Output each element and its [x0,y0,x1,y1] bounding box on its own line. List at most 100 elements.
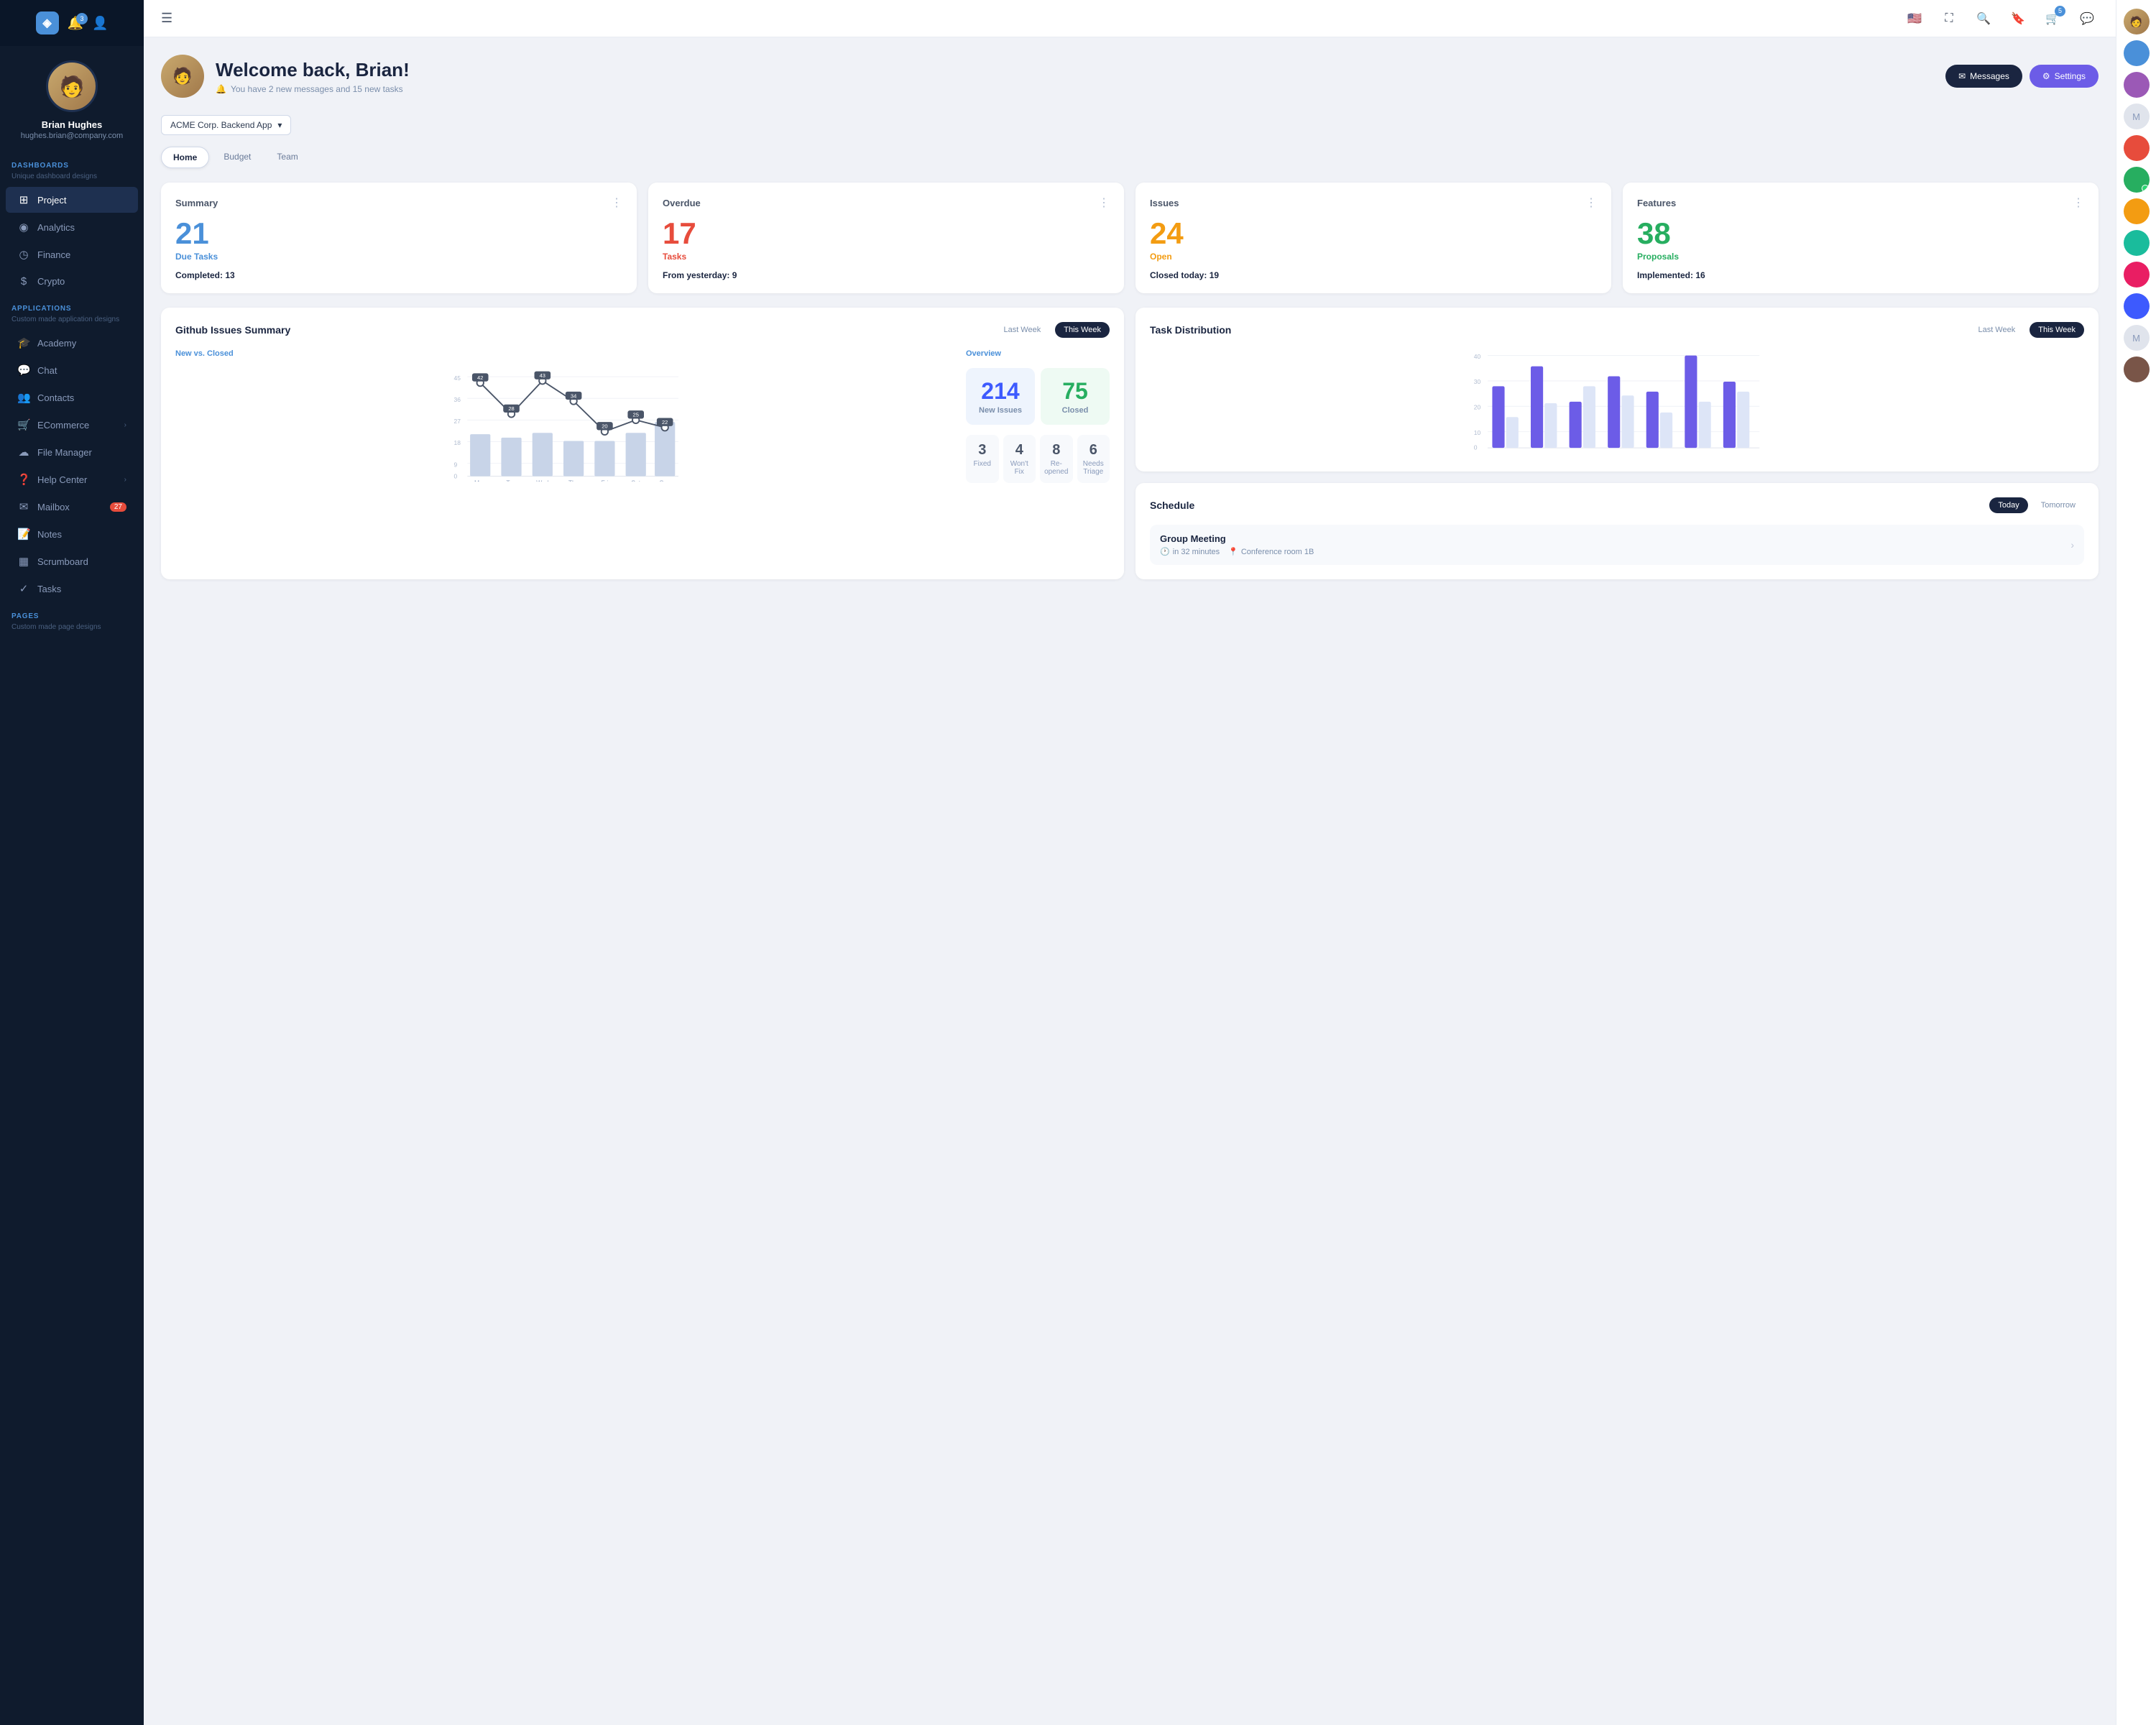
project-chevron-icon: ▾ [277,120,282,130]
stat-card-summary-header: Summary ⋮ [175,196,622,210]
sidebar-item-helpcenter-label: Help Center [37,474,87,485]
tab-team[interactable]: Team [265,147,309,168]
github-card-header: Github Issues Summary Last Week This Wee… [175,322,1110,338]
new-issues-number: 214 [981,378,1019,405]
hamburger-menu[interactable]: ☰ [161,11,172,26]
sidebar-item-academy[interactable]: 🎓 Academy [6,330,138,356]
sidebar-item-analytics-label: Analytics [37,222,75,233]
analytics-icon: ◉ [17,221,30,234]
right-avatar-9[interactable] [2124,293,2150,319]
flag-icon[interactable]: 🇺🇸 [1903,7,1926,30]
svg-text:Sun: Sun [660,479,671,482]
stat-issues-label: Open [1150,252,1597,262]
welcome-actions: ✉ Messages ⚙ Settings [1945,65,2099,88]
fixed-number: 3 [970,442,995,459]
github-this-week-btn[interactable]: This Week [1055,322,1110,338]
right-avatar-5[interactable] [2124,167,2150,193]
user-icon[interactable]: 👤 [92,16,108,31]
mailbox-icon: ✉ [17,500,30,513]
notification-bell[interactable]: 🔔 3 [68,16,83,31]
right-avatar-3[interactable]: M [2124,104,2150,129]
stat-card-overdue-header: Overdue ⋮ [663,196,1110,210]
right-avatar-4[interactable] [2124,135,2150,161]
tab-budget[interactable]: Budget [212,147,262,168]
svg-text:Thu: Thu [568,479,579,482]
sidebar-item-contacts[interactable]: 👥 Contacts [6,385,138,410]
app-logo[interactable]: ◈ [36,12,59,34]
right-avatar-1[interactable] [2124,40,2150,66]
stat-card-features-header: Features ⋮ [1637,196,2084,210]
pages-section-label: PAGES [0,602,144,623]
right-avatar-10[interactable]: M [2124,325,2150,351]
schedule-chevron-icon[interactable]: › [2070,539,2074,551]
wontfix-number: 4 [1008,442,1032,459]
sidebar-item-academy-label: Academy [37,338,76,349]
stat-summary-title: Summary [175,198,218,208]
svg-text:Fri: Fri [601,479,608,482]
stat-card-features: Features ⋮ 38 Proposals Implemented: 16 [1623,183,2099,293]
sidebar-item-project[interactable]: ⊞ Project [6,187,138,213]
task-distribution-card: Task Distribution Last Week This Week 40… [1135,308,2099,472]
stat-features-menu[interactable]: ⋮ [2073,196,2084,210]
right-avatar-7[interactable] [2124,230,2150,256]
stat-overdue-label: Tasks [663,252,1110,262]
settings-button[interactable]: ⚙ Settings [2030,65,2099,88]
stat-overdue-menu[interactable]: ⋮ [1098,196,1110,210]
sidebar-item-mailbox[interactable]: ✉ Mailbox 27 [6,494,138,520]
mini-stat-reopened: 8 Re-opened [1040,435,1073,483]
schedule-tomorrow-btn[interactable]: Tomorrow [2032,497,2084,513]
bookmark-icon[interactable]: 🔖 [2007,7,2030,30]
cart-badge: 5 [2055,6,2065,17]
contacts-icon: 👥 [17,391,30,404]
search-icon[interactable]: 🔍 [1972,7,1995,30]
pages-section-sub: Custom made page designs [0,623,144,637]
sidebar-item-chat[interactable]: 💬 Chat [6,357,138,383]
right-avatar-6[interactable] [2124,198,2150,224]
top-bar-icons: 🇺🇸 ⛶ 🔍 🔖 🛒 5 💬 [1903,7,2099,30]
sidebar-item-crypto[interactable]: $ Crypto [6,269,138,294]
triage-number: 6 [1082,442,1106,459]
closed-issues-label: Closed [1062,406,1089,415]
task-bar-chart: 40 30 20 10 0 [1150,349,2084,457]
sidebar-item-notes[interactable]: 📝 Notes [6,521,138,547]
bottom-grid: Github Issues Summary Last Week This Wee… [161,308,2099,579]
fullscreen-icon[interactable]: ⛶ [1938,7,1961,30]
sidebar-item-filemanager[interactable]: ☁ File Manager [6,439,138,465]
mini-stat-wontfix: 4 Won't Fix [1003,435,1036,483]
project-selector[interactable]: ACME Corp. Backend App ▾ [161,115,291,135]
task-last-week-btn[interactable]: Last Week [1969,322,2024,338]
github-chart-left: New vs. Closed 45 36 27 18 9 0 [175,349,952,483]
sidebar-user-avatar[interactable]: 🧑 [46,60,98,112]
task-this-week-btn[interactable]: This Week [2030,322,2084,338]
stat-summary-menu[interactable]: ⋮ [611,196,622,210]
github-last-week-btn[interactable]: Last Week [995,322,1049,338]
github-line-chart: 45 36 27 18 9 0 [175,367,952,482]
sidebar-top: ◈ 🔔 3 👤 [0,0,144,46]
stat-features-footer: Implemented: 16 [1637,270,2084,280]
right-avatar-0[interactable]: 🧑 [2124,9,2150,34]
stat-issues-menu[interactable]: ⋮ [1585,196,1597,210]
schedule-today-btn[interactable]: Today [1989,497,2027,513]
svg-text:45: 45 [454,374,461,382]
svg-text:Tue: Tue [506,479,517,482]
schedule-event: Group Meeting 🕐 in 32 minutes 📍 Conferen… [1150,525,2084,565]
notes-icon: 📝 [17,528,30,540]
svg-text:0: 0 [1474,443,1478,451]
right-avatar-8[interactable] [2124,262,2150,288]
chat-topbar-icon[interactable]: 💬 [2076,7,2099,30]
right-avatar-11[interactable] [2124,356,2150,382]
sidebar-item-tasks[interactable]: ✓ Tasks [6,576,138,602]
sidebar-item-analytics[interactable]: ◉ Analytics [6,214,138,240]
github-chart-svg: 45 36 27 18 9 0 [175,367,952,482]
svg-text:42: 42 [477,374,483,381]
messages-button[interactable]: ✉ Messages [1945,65,2022,88]
tab-home[interactable]: Home [161,147,209,168]
cart-icon[interactable]: 🛒 5 [2041,7,2064,30]
sidebar-item-ecommerce[interactable]: 🛒 ECommerce › [6,412,138,438]
sidebar-item-finance[interactable]: ◷ Finance [6,242,138,267]
sidebar-item-helpcenter[interactable]: ❓ Help Center › [6,466,138,492]
closed-issues-number: 75 [1062,378,1088,405]
reopened-number: 8 [1044,442,1069,459]
right-avatar-2[interactable] [2124,72,2150,98]
sidebar-item-scrumboard[interactable]: ▦ Scrumboard [6,548,138,574]
